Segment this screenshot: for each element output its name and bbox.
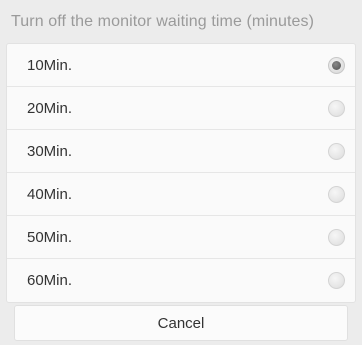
option-20min[interactable]: 20Min. [7,87,355,130]
option-30min[interactable]: 30Min. [7,130,355,173]
radio-button[interactable] [328,228,345,246]
option-40min[interactable]: 40Min. [7,173,355,216]
option-50min[interactable]: 50Min. [7,216,355,259]
option-label: 30Min. [27,142,73,160]
option-10min[interactable]: 10Min. [7,44,355,87]
timeout-dialog: Turn off the monitor waiting time (minut… [0,0,362,345]
option-label: 10Min. [27,56,73,74]
cancel-button[interactable]: Cancel [14,305,348,341]
options-list: 10Min. 20Min. 30Min. 40Min. 50Min. 60Min… [6,43,356,303]
option-label: 20Min. [27,99,73,117]
option-label: 60Min. [27,272,73,289]
radio-dot-icon [332,60,341,70]
option-label: 50Min. [27,228,73,246]
radio-button-selected[interactable] [328,56,345,74]
radio-button[interactable] [328,185,345,203]
radio-button[interactable] [328,272,345,289]
dialog-title: Turn off the monitor waiting time (minut… [11,13,315,30]
radio-button[interactable] [328,99,345,117]
option-label: 40Min. [27,185,73,203]
option-60min[interactable]: 60Min. [7,259,355,302]
radio-button[interactable] [328,142,345,160]
